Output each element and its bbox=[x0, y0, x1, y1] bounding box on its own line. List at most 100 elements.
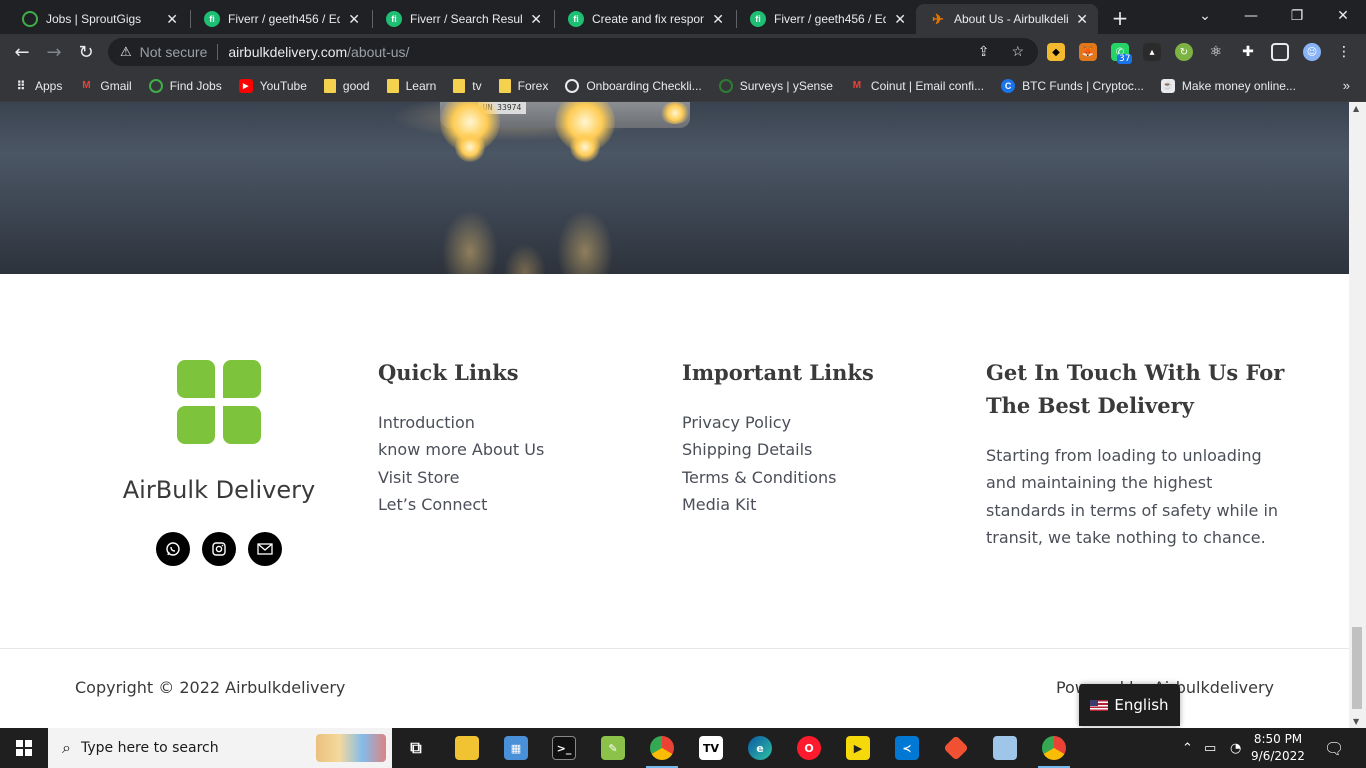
footer-link-visit-store[interactable]: Visit Store bbox=[378, 464, 544, 491]
menu-kebab-icon[interactable]: ⋮ bbox=[1335, 43, 1353, 61]
new-tab-button[interactable]: + bbox=[1108, 6, 1132, 30]
tab-create-fix[interactable]: fi Create and fix responsive ✕ bbox=[554, 4, 734, 34]
tab-about-us[interactable]: ✈ About Us - Airbulkdelivery ✕ bbox=[916, 4, 1098, 34]
close-tab-icon[interactable]: ✕ bbox=[348, 11, 360, 28]
grammarly-extension-icon[interactable]: ↻ bbox=[1175, 43, 1193, 61]
taskbar-git[interactable] bbox=[932, 728, 980, 768]
quick-links-list: Introduction know more About Us Visit St… bbox=[378, 409, 544, 518]
scroll-up-arrow-icon[interactable]: ▲ bbox=[1353, 104, 1359, 113]
folder-icon bbox=[453, 78, 466, 93]
minimize-button[interactable]: — bbox=[1228, 0, 1274, 32]
wifi-icon[interactable]: ◔ bbox=[1230, 728, 1241, 768]
react-devtools-icon[interactable]: ⚛ bbox=[1207, 43, 1225, 61]
bookmark-apps[interactable]: ⠿ Apps bbox=[14, 79, 63, 93]
profile-avatar-icon[interactable]: ☺ bbox=[1303, 43, 1321, 61]
light-reflection bbox=[455, 132, 485, 162]
tab-title: Jobs | SproutGigs bbox=[46, 12, 142, 26]
bookmark-gmail[interactable]: M Gmail bbox=[79, 79, 132, 93]
notification-center-icon[interactable]: 🗨 bbox=[1324, 728, 1344, 768]
close-tab-icon[interactable]: ✕ bbox=[894, 11, 906, 28]
tab-fiverr-edit-2[interactable]: fi Fiverr / geeth456 / Edit ✕ bbox=[736, 4, 916, 34]
whatsapp-button[interactable] bbox=[156, 532, 190, 566]
brand-logo[interactable] bbox=[177, 360, 261, 444]
bookmark-folder-good[interactable]: good bbox=[323, 78, 370, 93]
back-arrow-icon[interactable]: ← bbox=[10, 40, 34, 64]
scroll-down-arrow-icon[interactable]: ▼ bbox=[1353, 717, 1359, 726]
taskbar-vscode[interactable]: ≺ bbox=[883, 728, 931, 768]
footer-link-terms[interactable]: Terms & Conditions bbox=[682, 464, 836, 491]
battery-icon[interactable]: ▭ bbox=[1204, 728, 1216, 768]
footer-link-shipping-details[interactable]: Shipping Details bbox=[682, 436, 836, 463]
reload-icon[interactable]: ↻ bbox=[74, 40, 98, 64]
share-icon[interactable]: ⇪ bbox=[978, 43, 990, 60]
taskbar-notepad[interactable]: ✎ bbox=[589, 728, 637, 768]
extensions-puzzle-icon[interactable]: ✚ bbox=[1239, 43, 1257, 61]
forward-arrow-icon[interactable]: → bbox=[42, 40, 66, 64]
taskbar-opera[interactable]: O bbox=[785, 728, 833, 768]
url-host: airbulkdelivery.com bbox=[228, 44, 348, 60]
bookmark-folder-tv[interactable]: tv bbox=[453, 78, 482, 93]
show-hidden-icons-chevron[interactable]: ⌃ bbox=[1182, 728, 1193, 768]
close-tab-icon[interactable]: ✕ bbox=[166, 11, 178, 28]
bookmark-make-money[interactable]: ☕ Make money online... bbox=[1160, 78, 1296, 93]
bookmark-btc-funds[interactable]: C BTC Funds | Cryptoc... bbox=[1001, 78, 1144, 93]
bookmark-star-icon[interactable]: ☆ bbox=[1011, 43, 1024, 60]
footer-link-media-kit[interactable]: Media Kit bbox=[682, 491, 836, 518]
footer-link-lets-connect[interactable]: Let’s Connect bbox=[378, 491, 544, 518]
start-button[interactable] bbox=[0, 728, 48, 768]
bookmark-label: good bbox=[342, 78, 370, 93]
taskbar-file-explorer[interactable] bbox=[443, 728, 491, 768]
email-button[interactable] bbox=[248, 532, 282, 566]
folder-icon bbox=[498, 78, 511, 93]
footer-link-privacy-policy[interactable]: Privacy Policy bbox=[682, 409, 836, 436]
contact-title-line2: The Best Delivery bbox=[986, 393, 1194, 418]
tab-sproutgigs[interactable]: Jobs | SproutGigs ✕ bbox=[8, 4, 188, 34]
taskbar-chrome[interactable] bbox=[638, 728, 686, 768]
taskbar-notes[interactable] bbox=[981, 728, 1029, 768]
close-tab-icon[interactable]: ✕ bbox=[530, 11, 542, 28]
more-bookmarks-icon[interactable]: » bbox=[1343, 78, 1350, 93]
hat-extension-icon[interactable]: ▴ bbox=[1143, 43, 1161, 61]
bookmark-coinut[interactable]: M Coinut | Email confi... bbox=[850, 79, 984, 93]
taskbar-search[interactable]: ⌕ Type here to search bbox=[48, 728, 392, 768]
tab-fiverr-edit[interactable]: fi Fiverr / geeth456 / Edit ✕ bbox=[190, 4, 370, 34]
footer-link-about-us[interactable]: know more About Us bbox=[378, 436, 544, 463]
scrollbar-thumb[interactable] bbox=[1352, 627, 1362, 709]
gmail-icon: M bbox=[82, 80, 91, 91]
taskbar-app-2[interactable]: ▦ bbox=[492, 728, 540, 768]
metamask-extension-icon[interactable]: 🦊 bbox=[1079, 43, 1097, 61]
bookmark-label: BTC Funds | Cryptoc... bbox=[1022, 78, 1144, 93]
restore-button[interactable]: ❐ bbox=[1274, 0, 1320, 32]
close-tab-icon[interactable]: ✕ bbox=[712, 11, 724, 28]
fiverr-icon: fi bbox=[386, 11, 402, 27]
bookmark-folder-learn[interactable]: Learn bbox=[386, 78, 436, 93]
taskbar-tradingview[interactable]: TV bbox=[687, 728, 735, 768]
page-scrollbar[interactable]: ▲ ▼ bbox=[1349, 102, 1366, 728]
tab-fiverr-search[interactable]: fi Fiverr / Search Results ✕ bbox=[372, 4, 552, 34]
bookmark-find-jobs[interactable]: Find Jobs bbox=[148, 78, 222, 93]
language-switcher[interactable]: English bbox=[1079, 684, 1180, 726]
footer-link-introduction[interactable]: Introduction bbox=[378, 409, 544, 436]
binance-extension-icon[interactable]: ◆ bbox=[1047, 43, 1065, 61]
bookmark-onboarding[interactable]: Onboarding Checkli... bbox=[565, 78, 702, 93]
close-window-button[interactable]: ✕ bbox=[1320, 0, 1366, 32]
taskbar-clock[interactable]: 8:50 PM 9/6/2022 bbox=[1248, 731, 1308, 765]
security-label[interactable]: Not secure bbox=[140, 44, 208, 60]
tab-search-chevron-icon[interactable]: ⌄ bbox=[1182, 0, 1228, 32]
bookmark-youtube[interactable]: ▶ YouTube bbox=[238, 78, 307, 93]
hero-image: UN 33974 bbox=[0, 102, 1349, 274]
bookmark-folder-forex[interactable]: Forex bbox=[498, 78, 548, 93]
instagram-button[interactable] bbox=[202, 532, 236, 566]
footer-widgets: AirBulk Delivery Quick Links Introductio… bbox=[0, 274, 1349, 648]
taskbar-chrome-2[interactable] bbox=[1030, 728, 1078, 768]
side-panel-icon[interactable] bbox=[1271, 43, 1289, 61]
taskbar-edge[interactable]: e bbox=[736, 728, 784, 768]
task-view-button[interactable]: ⧉ bbox=[392, 728, 440, 768]
taskbar-terminal[interactable]: >_ bbox=[540, 728, 588, 768]
warning-icon[interactable]: ⚠ bbox=[120, 44, 132, 60]
taskbar-player[interactable]: ▶ bbox=[834, 728, 882, 768]
bookmark-ysense[interactable]: Surveys | ySense bbox=[718, 78, 833, 93]
address-bar[interactable]: ⚠ Not secure airbulkdelivery.com /about-… bbox=[108, 38, 1038, 66]
close-tab-icon[interactable]: ✕ bbox=[1076, 11, 1088, 28]
bookmark-label: Surveys | ySense bbox=[739, 78, 833, 93]
